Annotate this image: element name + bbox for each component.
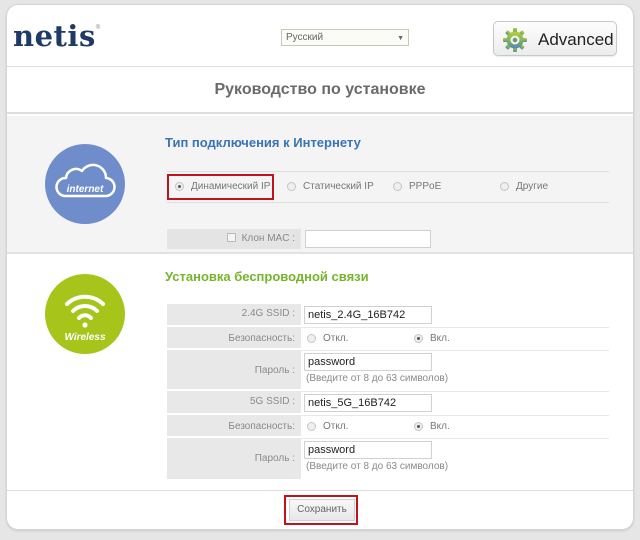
radio-pppoe[interactable]: PPPoE: [393, 181, 441, 192]
ssid-5-label: 5G SSID :: [167, 392, 301, 413]
security-5-row: Безопасность: Откл. Вкл.: [167, 416, 609, 439]
security-24-on-label: Вкл.: [430, 333, 450, 344]
security-5-off[interactable]: Откл.: [307, 421, 348, 432]
radio-other[interactable]: Другие: [500, 181, 548, 192]
internet-icon-label: internet: [67, 184, 104, 195]
security-24-row: Безопасность: Откл. Вкл.: [167, 328, 609, 351]
wireless-section: Wireless Установка беспроводной связи 2.…: [7, 254, 633, 491]
ssid-24-row: 2.4G SSID : netis_2.4G_16B742: [167, 304, 609, 328]
mac-clone-checkbox[interactable]: [226, 233, 236, 242]
ssid-5-input[interactable]: netis_5G_16B742: [304, 394, 432, 412]
security-24-off[interactable]: Откл.: [307, 333, 348, 344]
security-24-label: Безопасность:: [167, 328, 301, 348]
highlight-dynamic-ip: [167, 174, 274, 200]
security-24-off-label: Откл.: [323, 333, 349, 344]
password-24-label: Пароль :: [167, 351, 301, 389]
language-select[interactable]: Русский ▼: [281, 29, 409, 46]
password-5-input[interactable]: password: [304, 441, 432, 459]
advanced-button[interactable]: Advanced: [493, 21, 617, 56]
mac-clone-row: Клон MAC :: [167, 229, 435, 249]
connection-type-title: Тип подключения к Интернету: [165, 135, 361, 150]
wifi-icon: Wireless: [64, 294, 106, 343]
ssid-24-label: 2.4G SSID :: [167, 304, 301, 325]
radio-static-ip[interactable]: Статический IP: [287, 181, 374, 192]
password-24-row: Пароль : password (Введите от 8 до 63 си…: [167, 351, 609, 392]
netis-logo: netis®: [13, 19, 101, 53]
security-5-on[interactable]: Вкл.: [414, 421, 450, 432]
internet-section: internet Тип подключения к Интернету Дин…: [7, 116, 633, 254]
advanced-label: Advanced: [538, 30, 614, 49]
wireless-setup-title: Установка беспроводной связи: [165, 269, 369, 284]
radio-static-ip-label: Статический IP: [303, 181, 374, 192]
router-setup-window: netis® Русский ▼ Advanced Руководство по…: [6, 4, 634, 530]
password-5-label: Пароль :: [167, 439, 301, 479]
password-24-input[interactable]: password: [304, 353, 432, 371]
mac-clone-label: Клон MAC :: [241, 233, 295, 244]
radio-pppoe-button[interactable]: [393, 182, 402, 191]
password-24-hint: (Введите от 8 до 63 символов): [306, 373, 449, 384]
security-24-on-radio[interactable]: [414, 334, 423, 343]
cloud-icon: internet: [55, 163, 116, 198]
security-24-on[interactable]: Вкл.: [414, 333, 450, 344]
mac-clone-label-cell: Клон MAC :: [167, 229, 301, 249]
password-5-hint: (Введите от 8 до 63 символов): [306, 461, 449, 472]
language-selected-value: Русский: [286, 32, 324, 43]
ssid-5-row: 5G SSID : netis_5G_16B742: [167, 392, 609, 416]
gear-icon: [503, 28, 527, 52]
radio-other-label: Другие: [516, 181, 549, 192]
security-5-off-label: Откл.: [323, 421, 349, 432]
wireless-icon: Wireless: [45, 274, 125, 354]
wireless-icon-label: Wireless: [64, 332, 105, 343]
password-5-row: Пароль : password (Введите от 8 до 63 си…: [167, 439, 609, 481]
dropdown-arrow-icon: ▼: [397, 35, 404, 42]
page-title: Руководство по установке: [214, 81, 426, 98]
highlight-save: [284, 495, 358, 525]
ssid-24-input[interactable]: netis_2.4G_16B742: [304, 306, 432, 324]
radio-other-button[interactable]: [500, 182, 509, 191]
security-5-off-radio[interactable]: [307, 422, 316, 431]
wireless-settings-table: 2.4G SSID : netis_2.4G_16B742 Безопаснос…: [167, 304, 609, 481]
header: netis® Русский ▼ Advanced: [7, 5, 633, 67]
footer: Сохранить: [7, 492, 633, 529]
radio-pppoe-label: PPPoE: [409, 181, 442, 192]
radio-static-ip-button[interactable]: [287, 182, 296, 191]
mac-clone-input[interactable]: [305, 230, 431, 248]
security-24-off-radio[interactable]: [307, 334, 316, 343]
internet-cloud-icon: internet: [45, 144, 125, 224]
security-5-on-label: Вкл.: [430, 421, 450, 432]
security-5-label: Безопасность:: [167, 416, 301, 436]
security-5-on-radio[interactable]: [414, 422, 423, 431]
title-bar: Руководство по установке: [7, 67, 633, 114]
